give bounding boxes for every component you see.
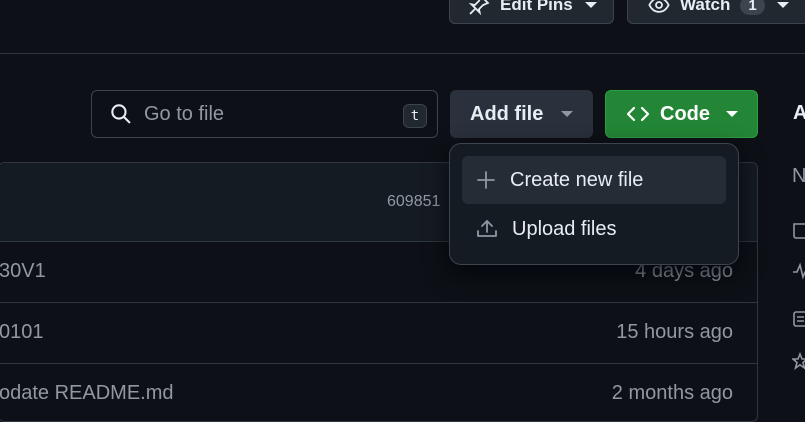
keyboard-shortcut-hint: t (403, 104, 427, 128)
code-button[interactable]: Code (605, 90, 758, 138)
commit-message[interactable]: 0101 (0, 321, 44, 344)
menu-item-upload-files[interactable]: Upload files (462, 205, 726, 253)
watch-count-badge: 1 (740, 0, 765, 15)
about-description: N (792, 165, 805, 187)
about-heading: A (793, 102, 805, 124)
watch-button[interactable]: Watch 1 (627, 0, 805, 24)
upload-icon (476, 219, 498, 239)
add-file-label: Add file (470, 102, 544, 125)
pin-icon (468, 0, 490, 16)
commit-hash[interactable]: 609851 (387, 193, 440, 211)
go-to-file-input[interactable]: Go to file t (91, 90, 438, 138)
table-row[interactable]: odate README.md 2 months ago (0, 364, 757, 421)
book-icon[interactable] (792, 222, 805, 240)
table-row[interactable]: 0101 15 hours ago (0, 303, 757, 364)
license-icon[interactable] (792, 310, 805, 328)
chevron-down-icon (584, 2, 597, 8)
edit-pins-label: Edit Pins (500, 0, 573, 14)
menu-item-label: Upload files (512, 217, 617, 240)
commit-message[interactable]: 30V1 (0, 260, 46, 283)
add-file-button[interactable]: Add file (450, 90, 593, 138)
commit-message[interactable]: odate README.md (0, 382, 174, 405)
eye-icon (648, 0, 670, 16)
code-label: Code (660, 102, 710, 125)
code-icon (626, 104, 650, 124)
watch-label: Watch (680, 0, 731, 14)
menu-item-label: Create new file (510, 168, 644, 191)
add-file-menu: Create new file Upload files (449, 143, 739, 265)
menu-item-create-new-file[interactable]: Create new file (462, 156, 726, 204)
commit-date: 2 months ago (611, 382, 733, 404)
chevron-down-icon (776, 2, 789, 8)
search-placeholder: Go to file (144, 102, 225, 125)
chevron-down-icon (561, 111, 574, 117)
repo-header-bar: Edit Pins Watch 1 (0, 0, 805, 54)
activity-icon[interactable] (792, 262, 805, 280)
edit-pins-button[interactable]: Edit Pins (449, 0, 614, 24)
chevron-down-icon (726, 111, 738, 117)
search-icon (110, 103, 132, 125)
plus-icon (476, 170, 496, 190)
commit-date: 15 hours ago (616, 321, 733, 343)
star-icon[interactable] (792, 352, 805, 370)
